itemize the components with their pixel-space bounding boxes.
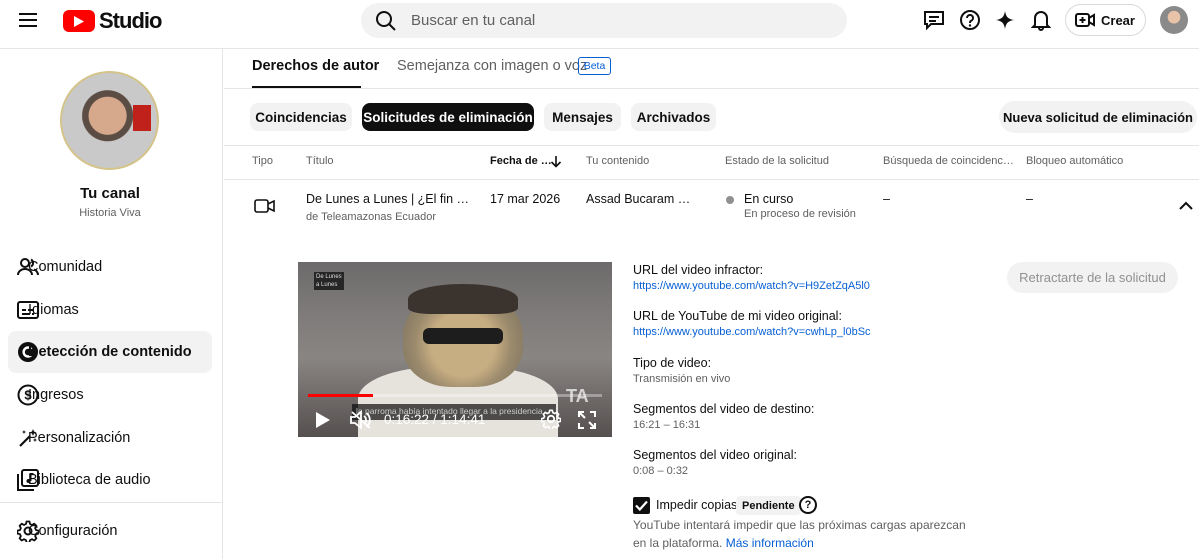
row-title[interactable]: De Lunes a Lunes | ¿El fin …: [306, 192, 469, 206]
video-type-label: Tipo de video:: [633, 356, 712, 370]
search-input[interactable]: Buscar en tu canal: [411, 12, 535, 29]
original-segments-value: 0:08 – 0:32: [633, 465, 689, 477]
create-label: Crear: [1101, 12, 1135, 28]
feedback-icon[interactable]: [921, 7, 947, 33]
sidebar-item-label: Configuración: [28, 523, 118, 539]
infringing-url-link[interactable]: https://www.youtube.com/watch?v=H9ZetZqA…: [633, 280, 870, 292]
checkmark-icon: [635, 500, 648, 511]
channel-name: Tu canal: [80, 185, 140, 202]
chip-mensajes[interactable]: Mensajes: [544, 103, 621, 131]
video-player[interactable]: De Lunes a Lunes TA la parroma había int…: [298, 262, 612, 437]
row-auto-block: –: [1026, 192, 1033, 206]
settings-gear-icon[interactable]: [541, 409, 561, 429]
prevent-copies-description-2: en la plataforma. Más información: [633, 536, 814, 550]
sidebar-divider: [0, 502, 222, 503]
infringing-url-label: URL del video infractor:: [633, 263, 764, 277]
create-button[interactable]: Crear: [1065, 4, 1146, 36]
search-bar[interactable]: Buscar en tu canal: [361, 3, 847, 38]
sidebar-item-ingresos[interactable]: $ Ingresos: [8, 374, 212, 416]
sidebar: Tu canal Historia Viva Comunidad Idiomas…: [0, 49, 223, 559]
row-status: En curso: [744, 192, 794, 206]
col-header-titulo[interactable]: Título: [306, 155, 334, 167]
beta-badge: Beta: [578, 57, 611, 75]
logo-text: Studio: [99, 8, 162, 33]
question-help-icon[interactable]: ?: [799, 496, 817, 514]
status-dot: [726, 196, 734, 204]
sidebar-item-label: Personalización: [28, 430, 131, 446]
video-camera-icon: [254, 198, 275, 214]
chip-archivados[interactable]: Archivados: [631, 103, 716, 131]
video-frame-glasses: [423, 328, 503, 344]
row-channel: de Teleamazonas Ecuador: [306, 211, 437, 223]
original-segments-label: Segmentos del video original:: [633, 448, 797, 462]
bell-icon[interactable]: [1028, 7, 1054, 33]
sidebar-item-configuracion[interactable]: Configuración: [8, 510, 212, 552]
top-bar: Studio Buscar en tu canal Crear: [0, 0, 1199, 49]
col-header-estado[interactable]: Estado de la solicitud: [725, 155, 829, 167]
sort-arrow-down-icon[interactable]: [550, 155, 562, 168]
progress-fill: [308, 394, 373, 397]
sidebar-item-label: Comunidad: [28, 259, 103, 275]
chip-solicitudes-eliminacion[interactable]: Solicitudes de eliminación: [362, 103, 534, 131]
video-type-value: Transmisión en vivo: [633, 373, 731, 385]
original-url-link[interactable]: https://www.youtube.com/watch?v=cwhLp_l0…: [633, 326, 871, 338]
sidebar-item-label: Detección de contenido: [28, 344, 192, 360]
help-icon[interactable]: [957, 7, 983, 33]
sidebar-item-biblioteca-audio[interactable]: Biblioteca de audio: [8, 459, 212, 501]
sidebar-item-label: Biblioteca de audio: [28, 472, 151, 488]
prevent-copies-desc-tail: en la plataforma.: [633, 536, 723, 550]
youtube-logo-icon: [63, 10, 95, 32]
corner-logo: De Lunes a Lunes: [314, 272, 344, 290]
sparkle-icon[interactable]: [992, 7, 1018, 33]
more-info-link[interactable]: Más información: [726, 536, 814, 550]
col-header-contenido[interactable]: Tu contenido: [586, 155, 649, 167]
prevent-copies-checkbox[interactable]: [633, 497, 650, 514]
sidebar-item-personalizacion[interactable]: Personalización: [8, 417, 212, 459]
sidebar-item-deteccion[interactable]: Detección de contenido: [8, 331, 212, 373]
chip-coincidencias[interactable]: Coincidencias: [250, 103, 352, 131]
tab-semejanza[interactable]: Semejanza con imagen o voz: [397, 58, 587, 74]
table-top-divider: [224, 145, 1199, 146]
search-icon: [373, 8, 399, 34]
col-header-fecha[interactable]: Fecha de …: [490, 155, 552, 167]
sidebar-item-comunidad[interactable]: Comunidad: [8, 246, 212, 288]
table-header-divider: [224, 179, 1199, 180]
account-avatar[interactable]: [1160, 6, 1188, 34]
target-segments-label: Segmentos del video de destino:: [633, 402, 815, 416]
row-status-sub: En proceso de revisión: [744, 208, 856, 220]
create-video-icon: [1075, 13, 1095, 27]
col-header-bloqueo[interactable]: Bloqueo automático: [1026, 155, 1123, 167]
target-segments-value: 16:21 – 16:31: [633, 419, 701, 431]
retract-request-button[interactable]: Retractarte de la solicitud: [1007, 262, 1178, 293]
new-removal-request-button[interactable]: Nueva solicitud de eliminación: [999, 101, 1197, 133]
video-time: 0:16:22 / 1:14:41: [384, 412, 486, 427]
prevent-copies-description: YouTube intentará impedir que las próxim…: [633, 518, 966, 532]
studio-logo[interactable]: Studio: [63, 8, 162, 34]
channel-handle: Historia Viva: [79, 207, 141, 219]
col-header-busqueda[interactable]: Búsqueda de coincidenc…: [883, 155, 1014, 167]
tabs-divider: [224, 88, 1199, 89]
fullscreen-icon[interactable]: [578, 411, 596, 429]
sidebar-item-idiomas[interactable]: Idiomas: [8, 289, 212, 331]
sidebar-item-label: Idiomas: [28, 302, 79, 318]
menu-icon[interactable]: [16, 7, 42, 33]
chevron-up-icon[interactable]: [1179, 201, 1193, 210]
row-date: 17 mar 2026: [490, 192, 561, 206]
original-url-label: URL de YouTube de mi video original:: [633, 309, 842, 323]
col-header-tipo[interactable]: Tipo: [252, 155, 273, 167]
play-icon[interactable]: [315, 411, 331, 429]
row-content[interactable]: Assad Bucaram …: [586, 192, 690, 206]
video-frame-hair: [408, 284, 518, 314]
tab-derechos-autor[interactable]: Derechos de autor: [252, 58, 379, 74]
mute-icon[interactable]: [350, 410, 372, 430]
prevent-copies-label: Impedir copias: [656, 498, 738, 512]
sidebar-item-label: Ingresos: [28, 387, 84, 403]
pending-badge: Pendiente: [736, 496, 801, 515]
channel-avatar[interactable]: [60, 71, 159, 170]
row-match-search: –: [883, 192, 890, 206]
